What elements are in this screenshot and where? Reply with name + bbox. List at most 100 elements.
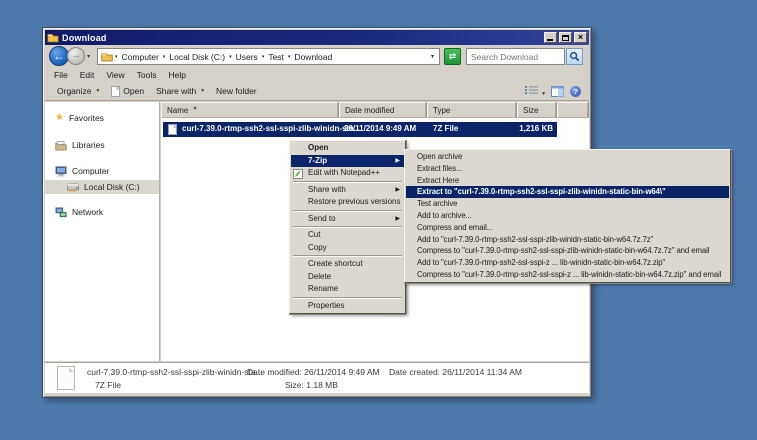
- submenu-item-add-to-archive[interactable]: Add to archive...: [406, 210, 729, 222]
- menu-tools[interactable]: Tools: [132, 69, 164, 81]
- table-row[interactable]: curl-7.39.0-rtmp-ssh2-ssl-sspi-zlib-wini…: [163, 122, 557, 137]
- menu-separator: [293, 226, 402, 228]
- column-header-size[interactable]: Size: [517, 102, 557, 118]
- menu-view[interactable]: View: [101, 69, 131, 81]
- submenu-item-test-archive[interactable]: Test archive: [406, 198, 729, 210]
- change-view-button[interactable]: ▾: [525, 85, 545, 97]
- submenu-item-compress-to-7z-and-email[interactable]: Compress to "curl-7.39.0-rtmp-ssh2-ssl-s…: [406, 245, 729, 257]
- submenu-item-add-to-7z[interactable]: Add to "curl-7.39.0-rtmp-ssh2-ssl-sspi-z…: [406, 234, 729, 246]
- forward-button[interactable]: →: [67, 47, 85, 65]
- sidebar-item-favorites[interactable]: ★ Favorites: [45, 111, 159, 125]
- chevron-down-icon: ▾: [542, 91, 545, 97]
- context-menu-item-open[interactable]: Open: [291, 142, 404, 155]
- file-icon: [57, 366, 75, 390]
- context-menu-item-delete[interactable]: Delete: [291, 271, 404, 284]
- column-header-name[interactable]: Name ▲: [161, 102, 339, 118]
- submenu-item-add-to-zip[interactable]: Add to "curl-7.39.0-rtmp-ssh2-ssl-sspi-z…: [406, 257, 729, 269]
- menu-item-label: Add to archive...: [417, 211, 472, 220]
- help-button[interactable]: ?: [570, 86, 581, 97]
- file-date-modified: 26/11/2014 9:49 AM: [344, 124, 416, 133]
- notepad-plus-plus-icon: [293, 169, 303, 179]
- file-type: 7Z File: [433, 124, 458, 133]
- chevron-down-icon: ▾: [97, 88, 100, 94]
- sidebar-item-label: Network: [72, 207, 103, 217]
- sidebar-item-libraries[interactable]: Libraries: [45, 138, 159, 152]
- menu-edit[interactable]: Edit: [75, 69, 102, 81]
- history-dropdown-icon[interactable]: ▾: [87, 53, 90, 60]
- breadcrumb-download[interactable]: Download: [292, 52, 334, 62]
- title-bar[interactable]: Download ×: [45, 30, 589, 45]
- search-input[interactable]: [467, 49, 564, 64]
- new-folder-button[interactable]: New folder: [210, 84, 263, 98]
- menu-item-label: Extract to "curl-7.39.0-rtmp-ssh2-ssl-ss…: [417, 187, 666, 196]
- context-menu-item-cut[interactable]: Cut: [291, 229, 404, 242]
- menu-bar: File Edit View Tools Help: [45, 68, 589, 82]
- column-header-date-modified[interactable]: Date modified: [339, 102, 427, 118]
- menu-item-label: Share with: [308, 185, 346, 194]
- search-button[interactable]: [566, 48, 583, 65]
- context-menu-item-rename[interactable]: Rename: [291, 283, 404, 296]
- sidebar-item-label: Libraries: [72, 140, 105, 150]
- breadcrumb-local-disk[interactable]: Local Disk (C:): [167, 52, 227, 62]
- submenu-item-compress-to-zip-and-email[interactable]: Compress to "curl-7.39.0-rtmp-ssh2-ssl-s…: [406, 269, 729, 281]
- context-menu-item-create-shortcut[interactable]: Create shortcut: [291, 258, 404, 271]
- context-menu-item-copy[interactable]: Copy: [291, 242, 404, 255]
- menu-item-label: Extract files...: [417, 164, 462, 173]
- preview-pane-button[interactable]: [551, 86, 564, 97]
- submenu-item-open-archive[interactable]: Open archive: [406, 151, 729, 163]
- menu-item-label: Open: [308, 143, 328, 152]
- network-icon: [55, 207, 67, 218]
- submenu-item-compress-and-email[interactable]: Compress and email...: [406, 222, 729, 234]
- libraries-icon: [55, 140, 67, 151]
- submenu-item-extract-to[interactable]: Extract to "curl-7.39.0-rtmp-ssh2-ssl-ss…: [406, 186, 729, 198]
- address-dropdown-icon[interactable]: ▾: [431, 53, 436, 60]
- menu-separator: [293, 255, 402, 257]
- breadcrumb-test[interactable]: Test: [266, 52, 286, 62]
- submenu-item-extract-here[interactable]: Extract Here: [406, 175, 729, 187]
- refresh-button[interactable]: ⇄: [444, 48, 461, 65]
- menu-item-label: Open archive: [417, 152, 462, 161]
- details-size: Size: 1.18 MB: [285, 380, 338, 390]
- list-view-icon: [525, 85, 538, 95]
- sidebar-item-local-disk-c[interactable]: Local Disk (C:): [45, 180, 159, 194]
- sidebar-item-computer[interactable]: Computer: [45, 164, 159, 178]
- column-header-type[interactable]: Type: [427, 102, 517, 118]
- breadcrumb[interactable]: ▾ Computer ▾ Local Disk (C:) ▾ Users ▾ T…: [97, 48, 440, 65]
- share-with-button[interactable]: Share with ▾: [150, 84, 210, 98]
- menu-item-label: Rename: [308, 284, 338, 293]
- menu-item-label: Delete: [308, 272, 331, 281]
- context-menu-item-properties[interactable]: Properties: [291, 300, 404, 313]
- menu-help[interactable]: Help: [163, 69, 192, 81]
- file-size: 1,216 KB: [519, 124, 553, 133]
- open-label: Open: [123, 86, 144, 96]
- context-menu-item-restore-previous-versions[interactable]: Restore previous versions: [291, 196, 404, 209]
- context-menu-item-share-with[interactable]: Share with▶: [291, 184, 404, 197]
- context-menu-item-edit-with-notepad[interactable]: Edit with Notepad++: [291, 167, 404, 180]
- breadcrumb-users[interactable]: Users: [234, 52, 260, 62]
- menu-item-label: Extract Here: [417, 176, 459, 185]
- menu-item-label: Add to "curl-7.39.0-rtmp-ssh2-ssl-sspi-z…: [417, 235, 653, 244]
- submenu-arrow-icon: ▶: [395, 155, 400, 168]
- menu-item-label: Restore previous versions: [308, 197, 400, 206]
- desktop: { "window": { "title": "Download" }, "ad…: [0, 0, 757, 440]
- organize-button[interactable]: Organize ▾: [51, 84, 105, 98]
- menu-item-label: Create shortcut: [308, 259, 363, 268]
- back-button[interactable]: ←: [49, 46, 69, 66]
- maximize-button[interactable]: [559, 32, 572, 43]
- minimize-button[interactable]: [544, 32, 557, 43]
- star-icon: ★: [55, 113, 64, 123]
- column-label: Type: [433, 106, 450, 115]
- close-button[interactable]: ×: [574, 32, 587, 43]
- search-icon: [569, 51, 580, 62]
- context-menu-item-send-to[interactable]: Send to▶: [291, 213, 404, 226]
- context-menu-item-7-zip[interactable]: 7-Zip ▶: [291, 155, 404, 168]
- submenu-item-extract-files[interactable]: Extract files...: [406, 163, 729, 175]
- menu-item-label: 7-Zip: [308, 156, 327, 165]
- breadcrumb-computer[interactable]: Computer: [120, 52, 161, 62]
- file-icon: [168, 124, 177, 135]
- sidebar-item-network[interactable]: Network: [45, 205, 159, 219]
- menu-item-label: Send to: [308, 214, 336, 223]
- file-name: curl-7.39.0-rtmp-ssh2-ssl-sspi-zlib-wini…: [182, 124, 360, 133]
- open-button[interactable]: Open: [105, 84, 150, 99]
- menu-file[interactable]: File: [49, 69, 75, 81]
